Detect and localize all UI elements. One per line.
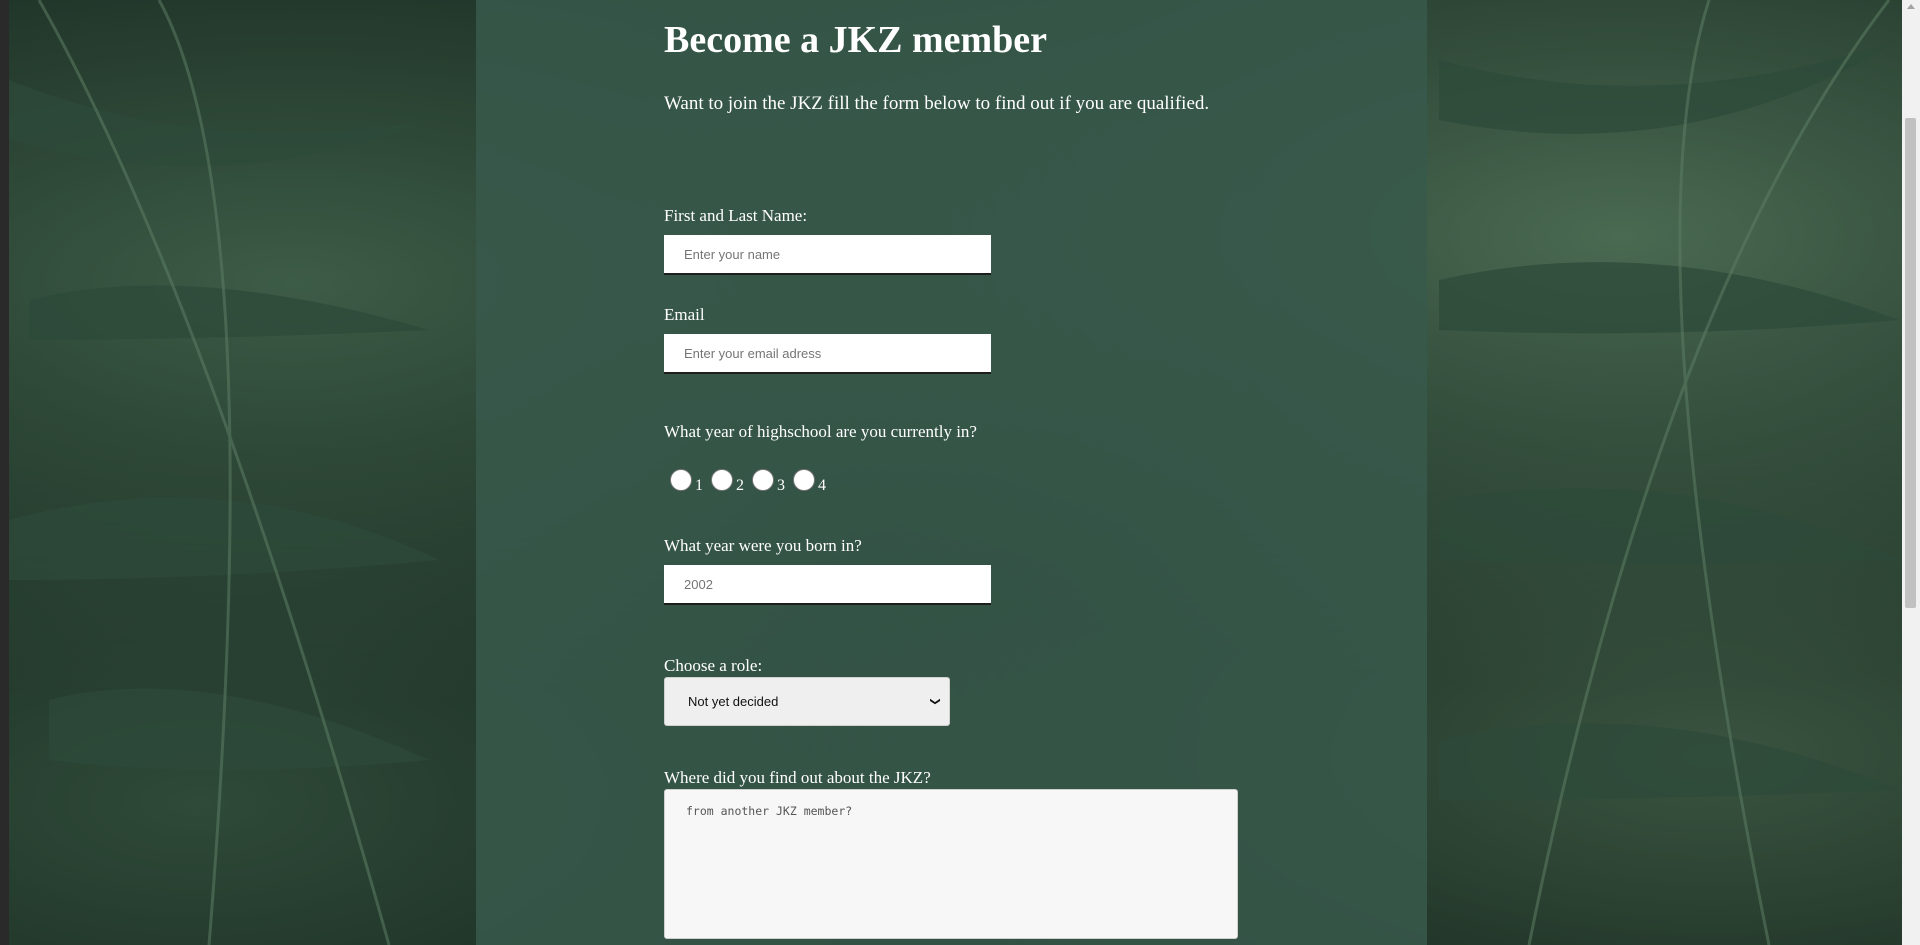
highschool-year-label: What year of highschool are you currentl… xyxy=(664,422,977,441)
radio-option-3[interactable]: 3 xyxy=(752,469,785,494)
role-select[interactable]: Not yet decided ❯ xyxy=(664,677,950,726)
radio-option-1[interactable]: 1 xyxy=(670,469,703,494)
source-textarea[interactable]: from another JKZ member? xyxy=(664,789,1238,939)
email-label: Email xyxy=(664,305,705,324)
radio-label-1: 1 xyxy=(695,477,703,494)
chevron-down-icon: ❯ xyxy=(929,697,941,706)
radio-button-2[interactable] xyxy=(711,469,733,491)
vertical-scrollbar[interactable] xyxy=(1902,0,1920,945)
page-title: Become a JKZ member xyxy=(664,19,1048,61)
birth-year-input[interactable] xyxy=(664,565,991,605)
radio-label-4: 4 xyxy=(818,477,826,494)
radio-button-3[interactable] xyxy=(752,469,774,491)
email-input[interactable] xyxy=(664,334,991,374)
radio-label-3: 3 xyxy=(777,477,785,494)
name-input[interactable] xyxy=(664,235,991,275)
radio-button-4[interactable] xyxy=(793,469,815,491)
highschool-year-radio-group: 1 2 3 4 xyxy=(670,465,834,494)
radio-button-1[interactable] xyxy=(670,469,692,491)
scrollbar-thumb[interactable] xyxy=(1905,118,1916,608)
radio-label-2: 2 xyxy=(736,477,744,494)
radio-option-2[interactable]: 2 xyxy=(711,469,744,494)
window-left-edge xyxy=(0,0,9,945)
source-placeholder: from another JKZ member? xyxy=(686,804,853,818)
scroll-up-arrow-icon[interactable] xyxy=(1907,4,1915,9)
page-subtitle: Want to join the JKZ fill the form below… xyxy=(664,93,1210,114)
role-label: Choose a role: xyxy=(664,656,763,675)
radio-option-4[interactable]: 4 xyxy=(793,469,826,494)
name-label: First and Last Name: xyxy=(664,206,808,225)
birth-year-label: What year were you born in? xyxy=(664,536,862,555)
source-label: Where did you find out about the JKZ? xyxy=(664,768,931,787)
role-selected-value: Not yet decided xyxy=(688,694,779,709)
